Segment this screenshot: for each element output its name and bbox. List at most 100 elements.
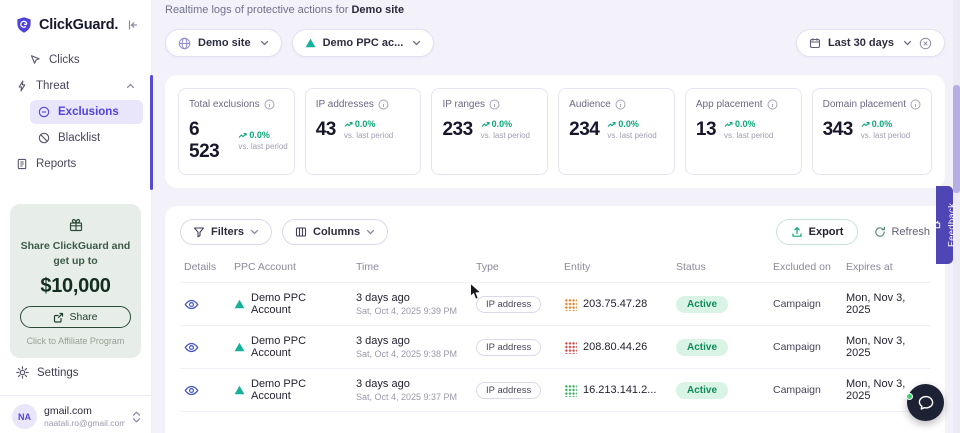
col-header-status: Status — [672, 259, 769, 283]
stat-change: 0.0% vs. last period — [861, 119, 910, 141]
stat-change: 0.0% vs. last period — [481, 119, 530, 141]
info-icon[interactable] — [264, 99, 275, 110]
google-ads-icon — [305, 38, 316, 48]
stat-change-period: vs. last period — [724, 131, 773, 141]
cell-type: IP address — [472, 283, 560, 326]
filters-button[interactable]: Filters — [180, 219, 272, 245]
columns-button[interactable]: Columns — [282, 219, 388, 245]
page-subtitle: Realtime logs of protective actions for … — [165, 4, 945, 16]
affiliate-link[interactable]: Click to Affiliate Program — [20, 336, 131, 346]
info-icon[interactable] — [910, 99, 921, 110]
sidebar-item-clicks[interactable]: Clicks — [21, 48, 143, 72]
calendar-icon — [809, 37, 821, 49]
site-filter-dropdown[interactable]: Demo site — [165, 29, 282, 57]
stat-value: 343 — [823, 119, 853, 141]
col-header-type: Type — [472, 259, 560, 283]
clear-date-icon[interactable] — [919, 37, 932, 50]
col-header-details: Details — [180, 259, 230, 283]
info-icon[interactable] — [378, 99, 389, 110]
cell-type: IP address — [472, 369, 560, 412]
sidebar-item-reports[interactable]: Reports — [8, 152, 143, 176]
type-badge: IP address — [476, 296, 541, 313]
table-row: Demo PPC Account 3 days ago Sat, Oct 4, … — [180, 369, 930, 412]
chevron-down-icon — [250, 229, 259, 235]
chat-widget-button[interactable] — [907, 384, 944, 421]
stat-value: 6 523 — [189, 119, 230, 163]
info-icon[interactable] — [767, 99, 778, 110]
entity-identicon — [564, 384, 577, 397]
stat-label: Domain placement — [823, 99, 906, 110]
details-eye-button[interactable] — [184, 299, 199, 310]
stat-card: IP ranges 233 0.0% — [431, 88, 548, 175]
user-meta: gmail.com naatali.ro@gmail.com — [44, 405, 125, 429]
export-icon — [791, 226, 803, 238]
filter-bar: Demo site Demo PPC ac... Last 30 days — [165, 29, 945, 57]
user-menu[interactable]: NA gmail.com naatali.ro@gmail.com — [0, 395, 151, 433]
entity-identicon — [564, 341, 577, 354]
google-ads-icon — [234, 342, 245, 352]
stat-label: Total exclusions — [189, 99, 260, 110]
stat-change-period: vs. last period — [607, 131, 656, 141]
stat-value: 13 — [696, 119, 716, 141]
nav-label: Threat — [36, 80, 69, 92]
info-icon[interactable] — [489, 99, 500, 110]
cell-excluded-on: Campaign — [769, 326, 842, 369]
entity-identicon — [564, 298, 577, 311]
sidebar-item-settings[interactable]: Settings — [0, 358, 151, 387]
cell-expires-at: Mon, Nov 3, 2025 — [842, 283, 930, 326]
export-button[interactable]: Export — [776, 219, 859, 245]
trend-up-icon — [724, 121, 733, 128]
stat-change-period: vs. last period — [344, 131, 393, 141]
logs-table: Details PPC Account Time Type Entity Sta… — [180, 259, 930, 412]
sidebar-item-exclusions[interactable]: Exclusions — [30, 100, 143, 124]
sidebar-scrollbar-thumb[interactable] — [150, 75, 153, 190]
sidebar-item-blacklist[interactable]: Blacklist — [30, 126, 143, 150]
time-relative: 3 days ago — [356, 378, 468, 390]
cell-entity: 208.80.44.26 — [560, 326, 672, 369]
chevron-down-icon — [412, 40, 421, 46]
chat-bubble-icon — [917, 394, 935, 412]
collapse-sidebar-icon[interactable] — [127, 19, 139, 31]
share-button[interactable]: Share — [20, 306, 131, 328]
account-name: Demo PPC Account — [251, 292, 348, 316]
page-scrollbar-thumb[interactable] — [953, 85, 960, 193]
refresh-button[interactable]: Refresh — [874, 226, 930, 238]
col-header-expires-at: Expires at — [842, 259, 930, 283]
col-header-excluded-on: Excluded on — [769, 259, 842, 283]
chevron-down-icon — [260, 40, 269, 46]
cell-status: Active — [672, 283, 769, 326]
chevron-down-icon — [903, 40, 912, 46]
funnel-icon — [193, 226, 205, 238]
google-ads-icon — [234, 299, 245, 309]
export-button-label: Export — [809, 226, 844, 238]
entity-value: 208.80.44.26 — [583, 341, 647, 353]
promo-amount: $10,000 — [20, 275, 131, 298]
chevron-updown-icon — [132, 411, 141, 423]
stat-label: IP ranges — [442, 99, 485, 110]
refresh-button-label: Refresh — [891, 226, 930, 238]
details-eye-button[interactable] — [184, 342, 199, 353]
account-filter-dropdown[interactable]: Demo PPC ac... — [292, 29, 435, 57]
feedback-tab[interactable]: Feedback — [936, 186, 953, 264]
info-icon[interactable] — [615, 99, 626, 110]
cell-ppc-account: Demo PPC Account — [230, 369, 352, 412]
nav-label: Blacklist — [58, 132, 100, 144]
trend-up-icon — [238, 132, 247, 139]
columns-button-label: Columns — [313, 226, 360, 238]
stat-card: Audience 234 0.0% — [558, 88, 675, 175]
stat-card: IP addresses 43 0.0% — [305, 88, 422, 175]
time-relative: 3 days ago — [356, 292, 468, 304]
stat-change: 0.0% vs. last period — [607, 119, 656, 141]
chevron-down-icon — [366, 229, 375, 235]
table-row: Demo PPC Account 3 days ago Sat, Oct 4, … — [180, 283, 930, 326]
date-range-dropdown[interactable]: Last 30 days — [796, 29, 945, 57]
stat-value: 43 — [316, 119, 336, 141]
sidebar-item-threat[interactable]: Threat — [8, 74, 143, 98]
table-header-row: Details PPC Account Time Type Entity Sta… — [180, 259, 930, 283]
sidebar-nav: Clicks Threat Exclusions — [0, 46, 151, 178]
avatar: NA — [12, 404, 37, 429]
google-ads-icon — [234, 385, 245, 395]
details-eye-button[interactable] — [184, 385, 199, 396]
online-status-dot — [906, 393, 913, 400]
trend-up-icon — [607, 121, 616, 128]
